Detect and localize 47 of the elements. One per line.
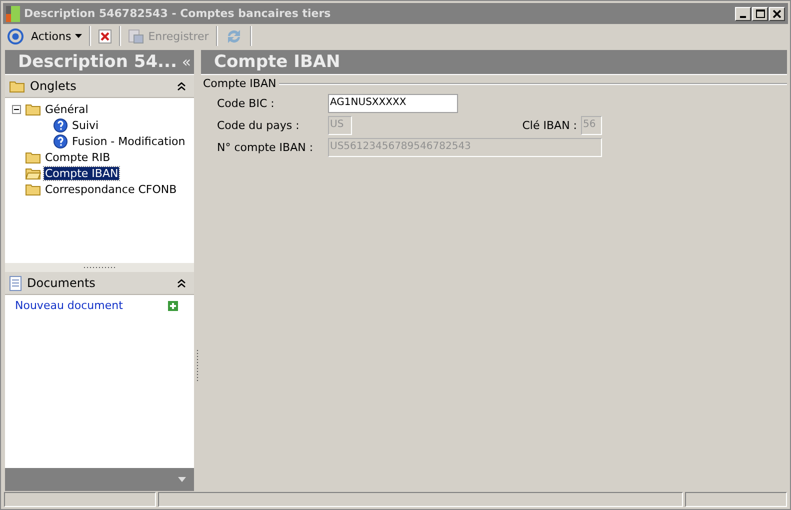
folder-icon bbox=[25, 182, 41, 196]
folder-icon bbox=[9, 80, 25, 92]
open-folder-icon bbox=[25, 166, 41, 180]
field-label: Clé IBAN : bbox=[522, 119, 577, 132]
tree-item[interactable]: Compte RIB bbox=[44, 150, 112, 164]
save-icon bbox=[128, 28, 144, 44]
panel-header[interactable]: Documents bbox=[5, 272, 194, 295]
splitter-grip-icon[interactable] bbox=[82, 266, 116, 269]
minimize-button[interactable] bbox=[735, 6, 751, 20]
collapse-toggle[interactable] bbox=[12, 104, 22, 114]
folder-icon bbox=[25, 102, 41, 116]
dropdown-arrow-icon[interactable] bbox=[178, 477, 186, 482]
close-icon bbox=[773, 10, 781, 18]
minimize-icon bbox=[740, 16, 746, 18]
collapse-icon[interactable] bbox=[177, 82, 186, 90]
maximize-button[interactable] bbox=[752, 6, 768, 20]
field-label: Code du pays : bbox=[217, 119, 300, 132]
panel-title: Onglets bbox=[30, 79, 78, 93]
tree-item[interactable]: Compte IBAN bbox=[44, 166, 120, 180]
tree-item[interactable]: Suivi bbox=[71, 118, 100, 132]
maximize-icon bbox=[756, 9, 764, 18]
actions-menu-button[interactable]: Actions bbox=[28, 30, 86, 42]
folder-icon bbox=[25, 150, 41, 164]
field-label: N° compte IBAN : bbox=[217, 141, 314, 154]
field-label: Code BIC : bbox=[217, 97, 276, 110]
page-title: Compte IBAN bbox=[214, 52, 340, 72]
target-icon[interactable] bbox=[7, 28, 24, 44]
tree-item[interactable]: Fusion - Modification bbox=[71, 134, 186, 148]
collapse-icon[interactable] bbox=[177, 278, 186, 288]
help-icon bbox=[53, 134, 68, 148]
panel-title: Documents bbox=[27, 276, 96, 290]
caret-icon bbox=[75, 34, 82, 38]
sidebar-title: Description 54... bbox=[18, 52, 177, 72]
tree-item[interactable]: Général bbox=[44, 102, 90, 116]
add-icon[interactable] bbox=[168, 300, 178, 310]
app-icon bbox=[6, 6, 20, 22]
tree-item[interactable]: Correspondance CFONB bbox=[44, 182, 178, 196]
window-title: Description 546782543 - Comptes bancaires tiers bbox=[24, 7, 331, 20]
new-document-link[interactable]: Nouveau document bbox=[15, 299, 123, 312]
delete-icon bbox=[98, 28, 112, 44]
group-title: Compte IBAN bbox=[203, 77, 276, 90]
document-icon bbox=[9, 276, 22, 290]
panel-header[interactable]: Onglets bbox=[5, 75, 194, 98]
help-icon bbox=[53, 118, 68, 132]
close-button[interactable] bbox=[769, 6, 785, 20]
bic-field[interactable]: AG1NUSXXXXX bbox=[328, 94, 458, 113]
splitter-grip-icon[interactable] bbox=[196, 348, 199, 382]
